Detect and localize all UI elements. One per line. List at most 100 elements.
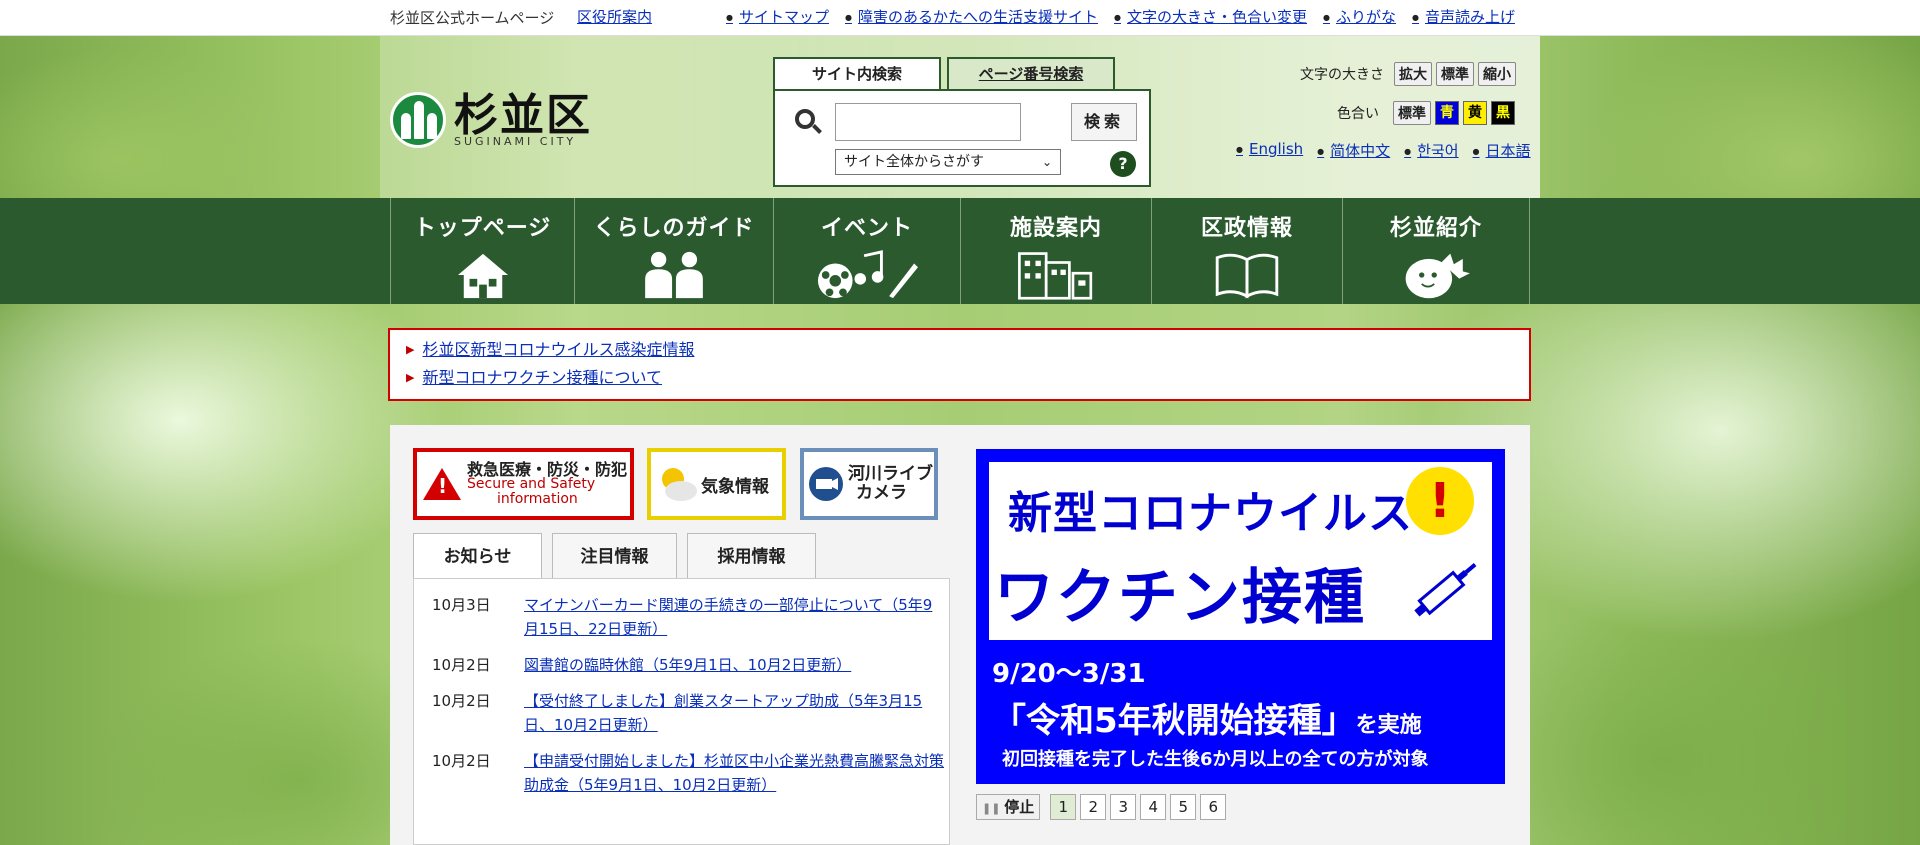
page-button-5[interactable]: 5 (1170, 794, 1197, 820)
tab-notices[interactable]: お知らせ (413, 533, 542, 580)
search-button[interactable]: 検索 (1071, 103, 1137, 141)
banner-sub: 初回接種を完了した生後6か月以上の全ての方が対象 (1002, 749, 1429, 770)
nav-label: 杉並紹介 (1389, 216, 1482, 241)
nav-top-page[interactable]: トップページ (390, 198, 574, 304)
banner-pager: ❚❚ 停止 1 2 3 4 5 6 (976, 794, 1227, 820)
color-blue-button[interactable]: 青 (1435, 101, 1459, 125)
search-scope-value: サイト全体からさがす (844, 154, 984, 170)
emergency-label-en2: information (497, 490, 578, 507)
vaccine-banner[interactable]: 新型コロナウイルス ! ワクチン接種 9/20～3/31 「令和5年秋開始接種」… (976, 449, 1505, 784)
site-logo[interactable]: 杉並区 SUGINAMI CITY (390, 92, 592, 148)
alert-link-covid-info[interactable]: 杉並区新型コロナウイルス感染症情報 (422, 340, 694, 359)
syringe-icon (1414, 563, 1477, 617)
weather-icon (662, 468, 697, 501)
tab-site-search[interactable]: サイト内検索 (773, 57, 941, 91)
chevron-down-icon: ⌄ (1041, 155, 1052, 169)
nav-living-guide[interactable]: くらしのガイド (574, 198, 773, 304)
page-button-1[interactable]: 1 (1050, 794, 1077, 820)
people-icon (645, 251, 703, 299)
tab-recruitment[interactable]: 採用情報 (687, 533, 816, 579)
top-utility-bar: 杉並区公式ホームページ 区役所案内 サイトマップ 障害のあるかたへの生活支援サイ… (0, 0, 1920, 36)
page-button-6[interactable]: 6 (1200, 794, 1227, 820)
text-size-control: 文字の大きさ 拡大 標準 縮小 (1300, 62, 1516, 86)
language-links: English 简体中文 한국어 日本語 (1222, 140, 1531, 161)
news-date: 10月2日 (432, 692, 491, 710)
pause-icon: ❚❚ (982, 802, 1005, 815)
exclamation-icon: ! (1406, 467, 1474, 535)
news-link[interactable]: マイナンバーカード関連の手続きの一部停止について（5年9月15日、22日更新） (524, 593, 944, 641)
nav-label: くらしのガイド (593, 216, 755, 241)
speech-link[interactable]: 音声読み上げ (1412, 6, 1515, 27)
lang-chinese-link[interactable]: 简体中文 (1317, 140, 1390, 161)
search-box: 検索 サイト全体からさがす ⌄ ? (773, 89, 1151, 187)
text-size-larger-button[interactable]: 拡大 (1394, 62, 1432, 86)
slideshow-stop-button[interactable]: ❚❚ 停止 (976, 794, 1041, 820)
nav-label: イベント (820, 216, 913, 241)
banner-date: 9/20～3/31 (992, 659, 1146, 689)
nav-facilities[interactable]: 施設案内 (960, 198, 1151, 304)
banner-main-suffix: を実施 (1355, 713, 1422, 738)
color-label: 色合い (1337, 106, 1379, 122)
page-button-4[interactable]: 4 (1140, 794, 1167, 820)
search-scope-select[interactable]: サイト全体からさがす ⌄ (835, 149, 1061, 175)
alert-link-vaccine[interactable]: 新型コロナワクチン接種について (422, 368, 662, 387)
river-label-2: カメラ (856, 483, 907, 503)
nav-label: トップページ (413, 216, 552, 241)
banner-line-2: ワクチン接種 (994, 563, 1366, 633)
text-size-standard-button[interactable]: 標準 (1436, 62, 1474, 86)
color-black-button[interactable]: 黒 (1491, 101, 1515, 125)
furigana-link[interactable]: ふりがな (1323, 6, 1396, 27)
warning-icon (423, 468, 461, 500)
logo-text-jp: 杉並区 (454, 89, 592, 141)
buildings-icon (1018, 252, 1093, 300)
help-icon[interactable]: ? (1110, 151, 1136, 177)
emergency-label-jp: 救急医療・防災・防犯 (467, 459, 628, 479)
search-icon (795, 109, 822, 135)
alert-box: 杉並区新型コロナウイルス感染症情報 新型コロナワクチン接種について (388, 328, 1531, 401)
emergency-label-en1: Secure and Safety (467, 475, 596, 492)
nav-label: 区政情報 (1200, 216, 1293, 241)
nav-label: 施設案内 (1009, 216, 1102, 241)
camera-icon (809, 467, 843, 501)
river-label-1: 河川ライブ (848, 464, 933, 484)
office-guide-link[interactable]: 区役所案内 (577, 6, 652, 27)
emergency-safety-button[interactable]: 救急医療・防災・防犯 Secure and Safety information (413, 448, 634, 520)
nav-about-suginami[interactable]: 杉並紹介 (1342, 198, 1530, 304)
tab-page-number-search[interactable]: ページ番号検索 (947, 57, 1115, 91)
site-name: 杉並区公式ホームページ (390, 9, 555, 27)
nav-events[interactable]: イベント (773, 198, 960, 304)
news-link[interactable]: 図書館の臨時休館（5年9月1日、10月2日更新） (524, 653, 944, 677)
mascot-icon (1405, 253, 1470, 299)
news-tabs: お知らせ 注目情報 採用情報 (413, 533, 826, 580)
river-camera-button[interactable]: 河川ライブ カメラ (800, 448, 938, 520)
color-standard-button[interactable]: 標準 (1393, 101, 1431, 125)
news-date: 10月2日 (432, 656, 491, 674)
weather-button[interactable]: 気象情報 (647, 448, 786, 520)
text-size-label: 文字の大きさ (1300, 67, 1384, 83)
banner-main: 「令和5年秋開始接種」 (992, 701, 1356, 741)
lang-english-link[interactable]: English (1236, 140, 1303, 161)
disability-support-link[interactable]: 障害のあるかたへの生活支援サイト (845, 6, 1098, 27)
color-yellow-button[interactable]: 黄 (1463, 101, 1487, 125)
news-link[interactable]: 【受付終了しました】創業スタートアップ助成（5年3月15日、10月2日更新） (524, 689, 944, 737)
nav-government-info[interactable]: 区政情報 (1151, 198, 1342, 304)
text-size-color-link[interactable]: 文字の大きさ・色合い変更 (1114, 6, 1307, 27)
book-icon (1215, 253, 1279, 299)
news-list: 10月3日 マイナンバーカード関連の手続きの一部停止について（5年9月15日、2… (413, 578, 950, 845)
sitemap-link[interactable]: サイトマップ (726, 6, 829, 27)
global-nav: トップページ くらしのガイド イベント 施設案内 区政情報 杉並紹介 (0, 198, 1920, 304)
lang-korean-link[interactable]: 한국어 (1404, 140, 1458, 161)
search-input[interactable] (835, 103, 1021, 141)
lang-japanese-link[interactable]: 日本語 (1473, 140, 1531, 161)
news-date: 10月2日 (432, 752, 491, 770)
banner-line-1: 新型コロナウイルス (1008, 488, 1413, 539)
news-link[interactable]: 【申請受付開始しました】杉並区中小企業光熱費高騰緊急対策助成金（5年9月1日、1… (524, 749, 944, 797)
page-button-2[interactable]: 2 (1080, 794, 1107, 820)
page-button-3[interactable]: 3 (1110, 794, 1137, 820)
suginami-logo-mark-icon (390, 92, 446, 148)
text-size-smaller-button[interactable]: 縮小 (1478, 62, 1516, 86)
house-icon (457, 253, 508, 299)
tab-featured[interactable]: 注目情報 (552, 533, 677, 579)
logo-text-en: SUGINAMI CITY (454, 134, 577, 148)
utility-links: サイトマップ 障害のあるかたへの生活支援サイト 文字の大きさ・色合い変更 ふりが… (726, 6, 1531, 27)
